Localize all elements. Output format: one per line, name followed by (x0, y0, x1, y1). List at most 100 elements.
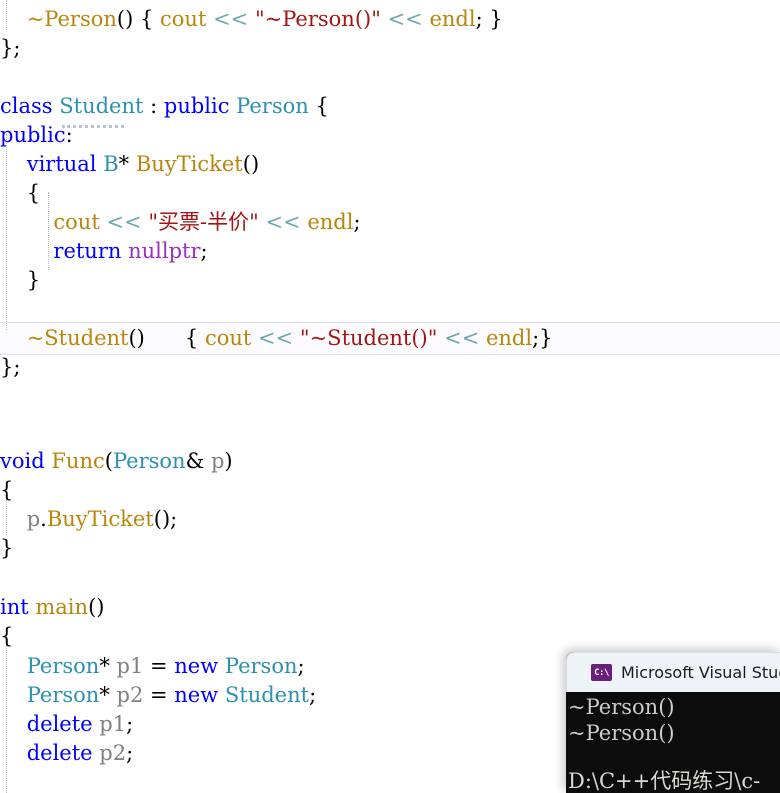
code-token: ; (200, 239, 208, 263)
code-token: "~Person()" (254, 7, 381, 31)
code-token: * (99, 654, 117, 678)
code-token: int (0, 595, 29, 619)
code-token: endl (429, 7, 476, 31)
console-output-line: ~Person() (568, 721, 675, 745)
code-token: () (128, 326, 145, 350)
code-token: << (387, 7, 423, 31)
code-token: p1 (116, 654, 144, 678)
code-line[interactable]: p.BuyTicket(); (0, 505, 780, 534)
code-token: ~Student (26, 326, 129, 350)
code-line[interactable]: } (0, 534, 780, 563)
code-token: << (213, 7, 249, 31)
code-token: main (35, 595, 89, 619)
code-token: () (242, 152, 260, 176)
intellisense-suggestion-underline[interactable] (62, 122, 124, 128)
code-token: Person (26, 683, 100, 707)
code-token: * (118, 152, 136, 176)
code-token: p (210, 449, 225, 473)
code-line[interactable]: ~Student() { cout << "~Student()" << end… (0, 324, 780, 353)
code-token: . (40, 507, 47, 531)
code-line[interactable] (0, 382, 780, 411)
code-line[interactable]: { (0, 476, 780, 505)
code-line[interactable]: int main() (0, 593, 780, 622)
code-token: endl (485, 326, 533, 350)
code-line[interactable]: return nullptr; (0, 237, 780, 266)
code-token: } (0, 536, 14, 560)
code-line[interactable]: { (0, 179, 780, 208)
console-window[interactable]: C:\ Microsoft Visual Stud ~Person() ~Pers… (566, 652, 780, 793)
code-token: ; (126, 712, 134, 736)
console-window-title: Microsoft Visual Stud (621, 663, 780, 682)
code-token: Person (224, 654, 298, 678)
code-token: { (0, 624, 14, 648)
code-token: = (143, 683, 175, 707)
code-token: Person (112, 449, 186, 473)
console-output-line: ~Person() (568, 695, 675, 719)
code-line[interactable] (0, 63, 780, 92)
code-token: new (174, 654, 219, 678)
console-title-bar[interactable]: C:\ Microsoft Visual Stud (566, 652, 780, 692)
code-token: p2 (116, 683, 144, 707)
code-token: ( (104, 449, 113, 473)
code-token: ~Person (26, 7, 117, 31)
code-token: << (444, 326, 480, 350)
code-line[interactable]: void Func(Person& p) (0, 447, 780, 476)
code-token: ; (309, 683, 317, 707)
code-line[interactable]: }; (0, 353, 780, 382)
code-line[interactable] (0, 295, 780, 324)
code-token: { (144, 326, 205, 350)
console-output-area[interactable]: ~Person()~Person() D:\C++代码练习\c- CSDN @z… (566, 692, 780, 793)
code-token: () { (116, 7, 161, 31)
code-token: ; (297, 654, 305, 678)
code-token: } (0, 268, 41, 292)
code-token: ; (353, 210, 361, 234)
code-token: BuyTicket (135, 152, 243, 176)
code-token: public (163, 94, 230, 118)
code-token: * (99, 683, 117, 707)
code-token: Person (26, 654, 100, 678)
code-line[interactable]: ~Person() { cout << "~Person()" << endl;… (0, 5, 780, 34)
code-line[interactable] (0, 411, 780, 440)
code-token: { (308, 94, 329, 118)
code-token: endl (307, 210, 354, 234)
console-prompt-line: D:\C++代码练习\c- (568, 769, 761, 793)
code-token: ;} (532, 326, 553, 350)
code-token: = (143, 654, 175, 678)
code-token: << (106, 210, 142, 234)
code-token: delete (26, 712, 93, 736)
code-token: }; (0, 36, 21, 60)
code-token: ; (126, 741, 134, 765)
code-token: Student (59, 94, 144, 118)
code-line[interactable]: }; (0, 34, 780, 63)
code-token: }; (0, 355, 21, 379)
code-line[interactable]: { (0, 622, 780, 651)
console-window-icon: C:\ (591, 664, 612, 681)
code-line[interactable] (0, 563, 780, 592)
code-token: nullptr (128, 239, 201, 263)
code-token: public (0, 123, 66, 147)
code-token: (); (153, 507, 178, 531)
code-token: virtual (26, 152, 97, 176)
code-line[interactable]: virtual B* BuyTicket() (0, 150, 780, 179)
code-line[interactable]: class Student : public Person { (0, 92, 780, 121)
code-token: { (0, 478, 14, 502)
code-line[interactable]: cout << "买票-半价" << endl; (0, 208, 780, 237)
code-token: cout (160, 7, 207, 31)
code-token: p1 (99, 712, 127, 736)
code-token: delete (26, 741, 93, 765)
code-token: Student (224, 683, 310, 707)
code-line[interactable]: } (0, 266, 780, 295)
code-token: Func (51, 449, 105, 473)
